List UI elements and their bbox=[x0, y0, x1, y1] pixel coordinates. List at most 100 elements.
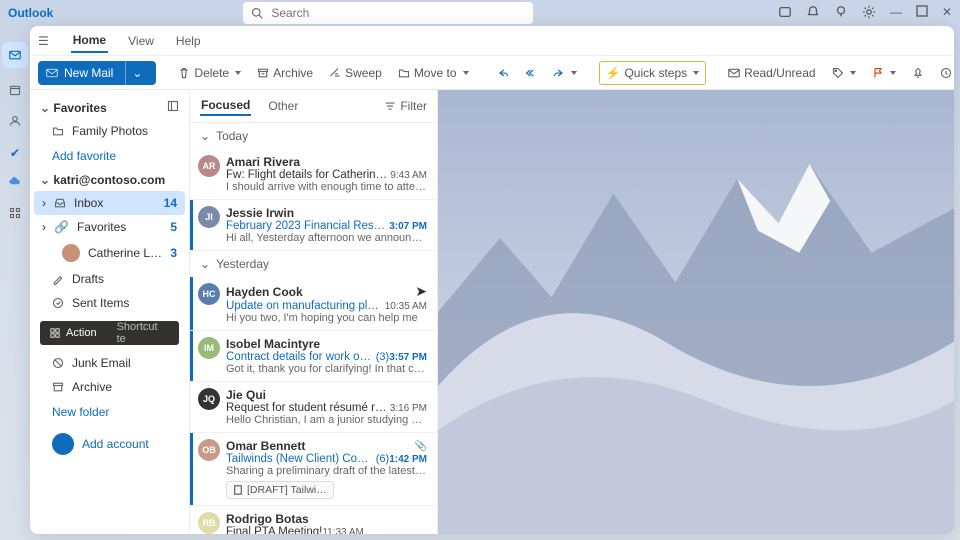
folder-favorites[interactable]: ›🔗Favorites5 bbox=[34, 215, 185, 239]
inbox-icon bbox=[54, 197, 66, 209]
rail-calendar[interactable] bbox=[9, 84, 21, 99]
group-today[interactable]: ⌄Today bbox=[190, 123, 437, 149]
hamburger-icon[interactable]: ☰ bbox=[38, 34, 49, 48]
message-item[interactable]: OB Omar Bennett📎 Tailwinds (New Client) … bbox=[190, 433, 437, 506]
quick-steps-button[interactable]: ⚡Quick steps bbox=[599, 61, 707, 85]
forward-button[interactable] bbox=[547, 61, 583, 85]
folder-family-photos[interactable]: Family Photos bbox=[34, 119, 185, 143]
close-button[interactable]: ✕ bbox=[942, 5, 952, 22]
avatar: IM bbox=[198, 337, 220, 359]
delete-button[interactable]: Delete bbox=[172, 61, 247, 85]
pin-button[interactable] bbox=[906, 61, 930, 85]
sweep-button[interactable]: Sweep bbox=[323, 61, 388, 85]
read-unread-button[interactable]: Read/Unread bbox=[722, 61, 821, 85]
tab-help[interactable]: Help bbox=[174, 30, 203, 52]
trash-icon bbox=[178, 67, 190, 79]
message-item[interactable]: IM Isobel Macintyre Contract details for… bbox=[190, 331, 437, 382]
mail-icon bbox=[46, 67, 58, 79]
forward-icon bbox=[553, 67, 565, 79]
rail-files[interactable] bbox=[9, 176, 21, 191]
minimize-button[interactable]: — bbox=[890, 5, 902, 22]
tips-icon[interactable] bbox=[834, 5, 848, 22]
new-folder-link[interactable]: New folder bbox=[34, 399, 185, 425]
sweep-icon bbox=[329, 67, 341, 79]
clock-icon bbox=[940, 67, 952, 79]
attachment-icon: 📎 bbox=[415, 441, 427, 452]
app-brand: Outlook bbox=[8, 6, 53, 20]
notifications-icon[interactable] bbox=[806, 5, 820, 22]
settings-icon[interactable] bbox=[862, 5, 876, 22]
chevron-right-icon: › bbox=[42, 220, 46, 234]
message-item[interactable]: AR Amari Rivera Fw: Flight details for C… bbox=[190, 149, 437, 200]
favorites-header[interactable]: ⌄ Favorites bbox=[34, 96, 185, 119]
reply-all-button[interactable] bbox=[519, 61, 543, 85]
rail-more-apps[interactable] bbox=[9, 207, 21, 222]
avatar: JQ bbox=[198, 388, 220, 410]
sent-icon bbox=[52, 297, 64, 309]
tab-view[interactable]: View bbox=[126, 30, 156, 52]
search-input[interactable] bbox=[269, 5, 525, 21]
chevron-down-icon: ⌄ bbox=[200, 257, 210, 271]
snooze-button[interactable] bbox=[934, 61, 954, 85]
lightning-icon: ⚡ bbox=[606, 66, 621, 80]
tab-home[interactable]: Home bbox=[71, 29, 108, 53]
avatar: HC bbox=[198, 283, 220, 305]
new-mail-button[interactable]: New Mail ⌄ bbox=[38, 61, 156, 85]
collapse-pane-icon[interactable] bbox=[167, 100, 179, 115]
folder-icon bbox=[52, 125, 64, 137]
search-icon bbox=[251, 7, 263, 19]
rail-people[interactable] bbox=[9, 115, 21, 130]
cursor-icon: ➤ bbox=[415, 283, 427, 300]
envelope-icon bbox=[728, 67, 740, 79]
message-item[interactable]: RB Rodrigo Botas Final PTA Meeting!11:33… bbox=[190, 506, 437, 534]
flag-icon bbox=[872, 67, 884, 79]
chevron-right-icon: › bbox=[42, 196, 46, 210]
teams-icon[interactable] bbox=[778, 5, 792, 22]
add-favorite-link[interactable]: Add favorite bbox=[34, 143, 185, 169]
avatar: RB bbox=[198, 512, 220, 534]
new-mail-split[interactable]: ⌄ bbox=[125, 61, 148, 85]
new-mail-label: New Mail bbox=[64, 66, 113, 80]
message-item[interactable]: HC Hayden Cook➤ Update on manufacturing … bbox=[190, 277, 437, 331]
reply-button[interactable] bbox=[491, 61, 515, 85]
avatar bbox=[62, 244, 80, 262]
chevron-down-icon: ⌄ bbox=[40, 101, 50, 115]
grid-icon bbox=[50, 328, 60, 338]
group-yesterday[interactable]: ⌄Yesterday bbox=[190, 251, 437, 277]
maximize-button[interactable] bbox=[916, 5, 928, 22]
draft-chip[interactable]: [DRAFT] Tailwi… bbox=[226, 481, 334, 499]
rail-mail[interactable] bbox=[2, 42, 28, 68]
archive-button[interactable]: Archive bbox=[251, 61, 319, 85]
archive-icon bbox=[257, 67, 269, 79]
reply-icon bbox=[497, 67, 509, 79]
folder-drafts[interactable]: Drafts bbox=[34, 267, 185, 291]
folder-archive[interactable]: Archive bbox=[34, 375, 185, 399]
avatar bbox=[52, 433, 74, 455]
tag-button[interactable] bbox=[826, 61, 862, 85]
avatar: AR bbox=[198, 155, 220, 177]
folder-catherine[interactable]: Catherine Lanco…3 bbox=[34, 239, 185, 267]
junk-icon bbox=[52, 357, 64, 369]
tab-other[interactable]: Other bbox=[267, 97, 299, 115]
doc-icon bbox=[233, 485, 243, 495]
add-account[interactable]: Add account bbox=[34, 425, 185, 463]
filter-icon bbox=[384, 100, 396, 112]
archive-icon bbox=[52, 381, 64, 393]
message-item[interactable]: JI Jessie Irwin February 2023 Financial … bbox=[190, 200, 437, 251]
flag-button[interactable] bbox=[866, 61, 902, 85]
action-shortcut-tip[interactable]: ActionShortcut te bbox=[40, 321, 179, 345]
avatar: JI bbox=[198, 206, 220, 228]
message-item[interactable]: JQ Jie Qui Request for student résumé re… bbox=[190, 382, 437, 433]
rail-todo[interactable]: ✔ bbox=[10, 146, 20, 160]
folder-sent[interactable]: Sent Items bbox=[34, 291, 185, 315]
folder-junk[interactable]: Junk Email bbox=[34, 351, 185, 375]
link-icon: 🔗 bbox=[54, 220, 69, 234]
tab-focused[interactable]: Focused bbox=[200, 96, 251, 116]
search-box[interactable] bbox=[243, 2, 533, 24]
account-header[interactable]: ⌄ katri@contoso.com bbox=[34, 169, 185, 191]
move-to-button[interactable]: Move to bbox=[392, 61, 475, 85]
folder-inbox[interactable]: ›Inbox14 bbox=[34, 191, 185, 215]
pin-icon bbox=[912, 67, 924, 79]
filter-button[interactable]: Filter bbox=[384, 99, 427, 113]
chevron-down-icon: ⌄ bbox=[200, 129, 210, 143]
